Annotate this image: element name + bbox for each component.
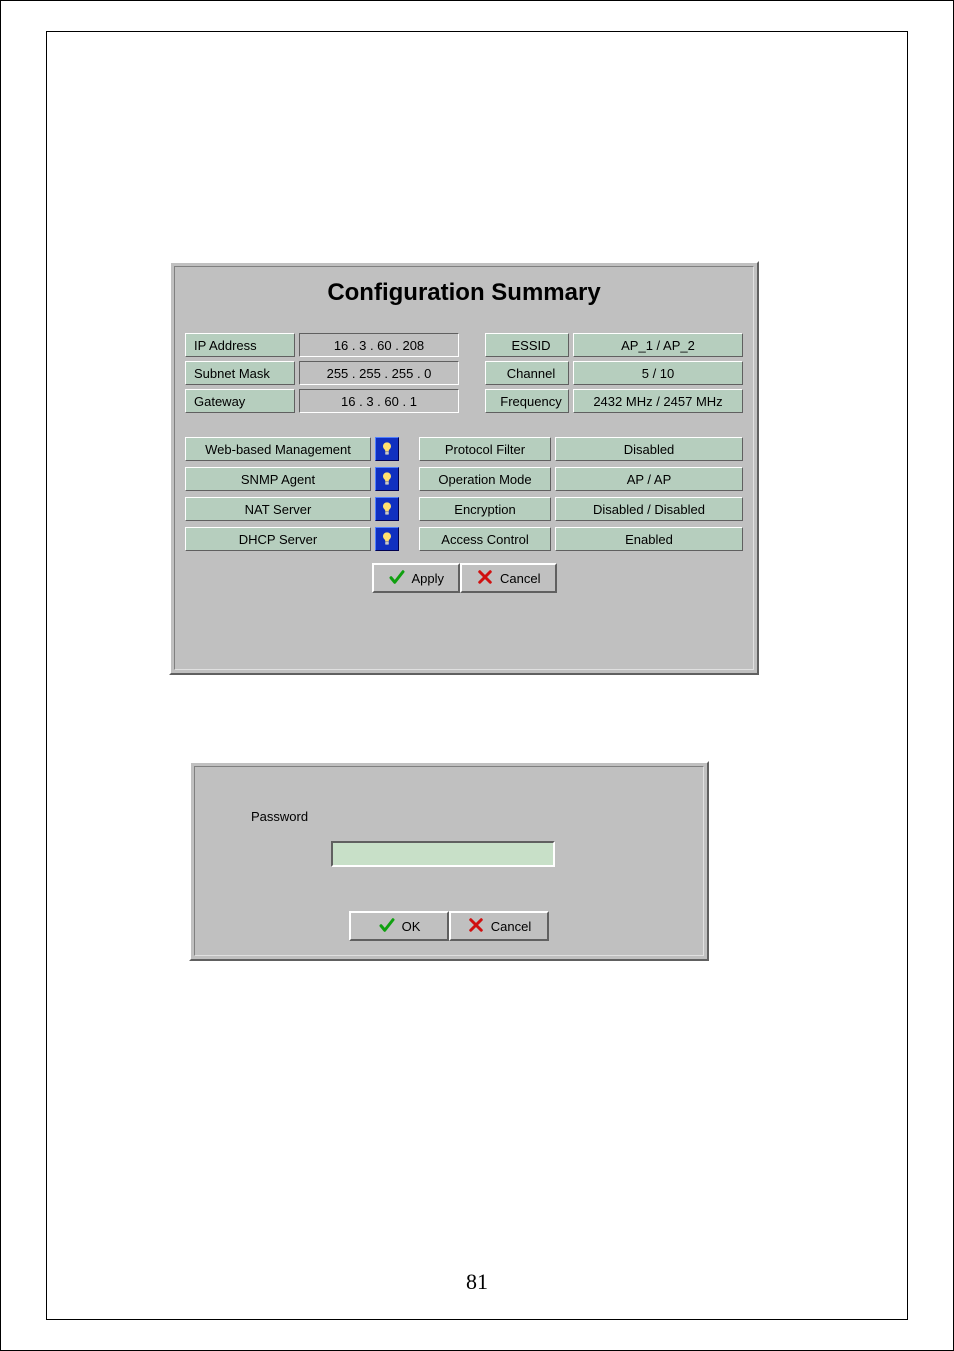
essid-value: AP_1 / AP_2	[573, 333, 743, 357]
bulb-icon	[375, 437, 399, 461]
apply-button-label: Apply	[412, 571, 445, 586]
operation-mode-label: Operation Mode	[419, 467, 551, 491]
gateway-label: Gateway	[185, 389, 295, 413]
essid-label: ESSID	[485, 333, 569, 357]
check-icon	[388, 568, 406, 589]
cancel-button-label: Cancel	[491, 919, 531, 934]
subnet-mask-value: 255 . 255 . 255 . 0	[299, 361, 459, 385]
bulb-icon	[375, 467, 399, 491]
cancel-button-label: Cancel	[500, 571, 540, 586]
encryption-label: Encryption	[419, 497, 551, 521]
panel-title: Configuration Summary	[185, 279, 743, 307]
dhcp-server-label: DHCP Server	[185, 527, 371, 551]
access-control-value: Enabled	[555, 527, 743, 551]
cross-icon	[476, 568, 494, 589]
ok-button[interactable]: OK	[349, 911, 449, 941]
gateway-value: 16 . 3 . 60 . 1	[299, 389, 459, 413]
bulb-icon	[375, 497, 399, 521]
page-number: 81	[1, 1269, 953, 1295]
check-icon	[378, 916, 396, 937]
frequency-value: 2432 MHz / 2457 MHz	[573, 389, 743, 413]
password-panel: Password OK Cancel	[189, 761, 709, 961]
ip-address-label: IP Address	[185, 333, 295, 357]
subnet-mask-label: Subnet Mask	[185, 361, 295, 385]
operation-mode-value: AP / AP	[555, 467, 743, 491]
password-input[interactable]	[331, 841, 555, 867]
protocol-filter-label: Protocol Filter	[419, 437, 551, 461]
frequency-label: Frequency	[485, 389, 569, 413]
access-control-label: Access Control	[419, 527, 551, 551]
password-label: Password	[251, 809, 308, 824]
bulb-icon	[375, 527, 399, 551]
cross-icon	[467, 916, 485, 937]
document-page: Configuration Summary IP Address 16 . 3 …	[0, 0, 954, 1351]
channel-value: 5 / 10	[573, 361, 743, 385]
ok-button-label: OK	[402, 919, 421, 934]
protocol-filter-value: Disabled	[555, 437, 743, 461]
web-management-label: Web-based Management	[185, 437, 371, 461]
configuration-summary-panel: Configuration Summary IP Address 16 . 3 …	[169, 261, 759, 675]
cancel-button[interactable]: Cancel	[460, 563, 556, 593]
page-border	[46, 31, 908, 1320]
cancel-button[interactable]: Cancel	[449, 911, 549, 941]
apply-button[interactable]: Apply	[372, 563, 461, 593]
snmp-agent-label: SNMP Agent	[185, 467, 371, 491]
nat-server-label: NAT Server	[185, 497, 371, 521]
ip-address-value: 16 . 3 . 60 . 208	[299, 333, 459, 357]
encryption-value: Disabled / Disabled	[555, 497, 743, 521]
channel-label: Channel	[485, 361, 569, 385]
